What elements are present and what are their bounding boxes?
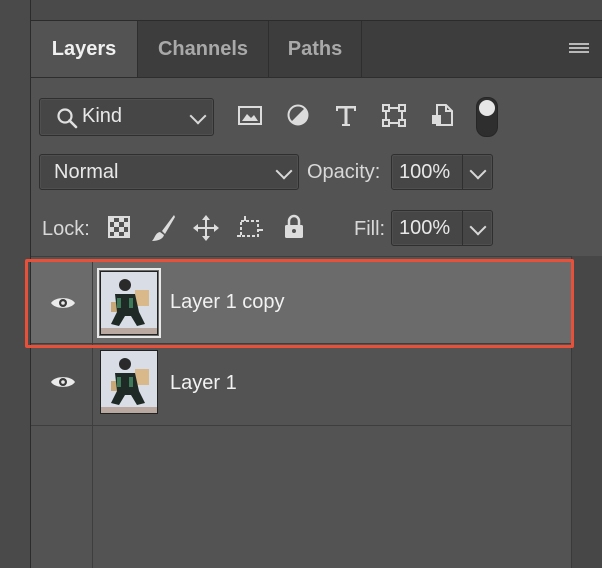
tab-layers[interactable]: Layers — [31, 21, 137, 77]
top-panel-strip — [31, 0, 602, 21]
column-divider — [92, 426, 93, 568]
blend-mode-value: Normal — [54, 161, 119, 183]
tab-separator — [361, 21, 362, 77]
tab-channels[interactable]: Channels — [138, 21, 268, 77]
chevron-down-icon[interactable] — [469, 218, 487, 236]
selection-highlight-box — [25, 259, 574, 348]
chevron-down-icon — [275, 162, 293, 180]
toggle-knob — [479, 100, 495, 116]
layer-row-layer-1[interactable]: Layer 1 — [31, 344, 571, 426]
blend-mode-select[interactable]: Normal — [39, 154, 299, 190]
filter-toggle[interactable] — [476, 97, 498, 137]
visibility-column — [31, 344, 93, 426]
fill-value: 100% — [399, 217, 451, 239]
lock-image-pixels-icon[interactable] — [150, 213, 176, 243]
filter-kind-select[interactable]: Kind — [39, 98, 214, 136]
layer-thumbnail — [100, 350, 158, 414]
lock-position-icon[interactable] — [192, 214, 220, 242]
lock-transparent-pixels-icon[interactable] — [108, 216, 130, 238]
panel-menu-icon[interactable] — [569, 43, 589, 57]
adjustment-filter-icon[interactable] — [284, 100, 312, 130]
opacity-value: 100% — [399, 161, 451, 183]
opacity-label: Opacity: — [307, 161, 381, 183]
tab-paths[interactable]: Paths — [269, 21, 361, 77]
field-divider — [462, 155, 463, 189]
filter-kind-label: Kind — [82, 105, 123, 127]
row-divider — [31, 256, 571, 257]
layer-name: Layer 1 — [170, 372, 237, 394]
fill-input[interactable]: 100% — [391, 210, 493, 246]
search-icon — [57, 108, 78, 129]
opacity-input[interactable]: 100% — [391, 154, 493, 190]
fill-label: Fill: — [354, 218, 386, 240]
lock-all-icon[interactable] — [283, 214, 305, 240]
lock-artboard-icon[interactable] — [236, 214, 264, 242]
type-filter-icon[interactable] — [332, 100, 360, 130]
row-divider — [31, 425, 571, 426]
chevron-down-icon — [189, 107, 207, 125]
eye-icon[interactable] — [50, 374, 76, 390]
chevron-down-icon[interactable] — [469, 162, 487, 180]
layers-scrollbar[interactable] — [571, 256, 602, 568]
lock-label: Lock: — [42, 218, 90, 240]
shape-filter-icon[interactable] — [380, 100, 408, 130]
smart-object-filter-icon[interactable] — [428, 100, 456, 130]
field-divider — [462, 211, 463, 245]
image-filter-icon[interactable] — [236, 100, 264, 130]
panel-tab-bar: Layers Channels Paths — [31, 21, 602, 78]
